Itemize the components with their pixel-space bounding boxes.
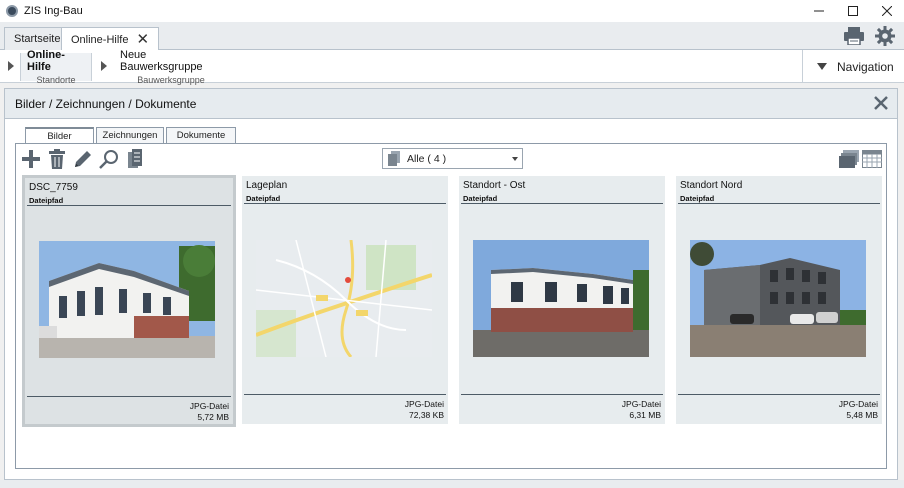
navigation-label: Navigation <box>837 59 894 74</box>
card-title: Standort - Ost <box>463 180 526 191</box>
card-divider <box>678 203 880 204</box>
card-title: Lageplan <box>246 180 288 191</box>
delete-button[interactable] <box>46 148 68 170</box>
breadcrumb-item-online-hilfe[interactable]: Online-Hilfe Standorte <box>20 49 92 85</box>
gallery-icon <box>839 150 859 168</box>
minimize-button[interactable] <box>802 0 836 22</box>
breadcrumb-title: Online-Hilfe <box>27 49 65 73</box>
tab-zeichnungen[interactable]: Zeichnungen <box>96 127 164 143</box>
card-file-size: 5,72 MB <box>197 412 229 422</box>
search-icon <box>99 150 118 169</box>
media-content: Alle ( 4 ) DSC_7759 Dateipfad JPG-Datei … <box>15 143 887 469</box>
settings-button[interactable] <box>874 25 896 47</box>
card-path-label: Dateipfad <box>246 194 281 203</box>
search-button[interactable] <box>98 148 120 170</box>
card-file-size: 5,48 MB <box>846 410 878 420</box>
maximize-button[interactable] <box>836 0 870 22</box>
card-file-size: 6,31 MB <box>629 410 661 420</box>
card-path-label: Dateipfad <box>29 196 64 205</box>
card-file-type: JPG-Datei <box>838 399 878 409</box>
breadcrumb-subtitle: Standorte <box>36 75 76 85</box>
breadcrumb: Online-Hilfe Standorte Neue Bauwerksgrup… <box>0 49 904 85</box>
tab-label: Bilder <box>47 131 72 142</box>
tab-close-icon[interactable]: ✕ <box>136 32 149 47</box>
tab-strip: Startseite Online-Hilfe ✕ <box>0 22 904 51</box>
tab-online-hilfe[interactable]: Online-Hilfe ✕ <box>61 27 160 51</box>
card-divider <box>244 394 446 395</box>
card-file-type: JPG-Datei <box>621 399 661 409</box>
table-view-button[interactable] <box>861 148 883 170</box>
crumb-arrow-icon <box>8 61 14 71</box>
tab-dokumente[interactable]: Dokumente <box>166 127 236 143</box>
media-panel: Bilder / Zeichnungen / Dokumente Bilder … <box>4 88 898 480</box>
tab-bilder[interactable]: Bilder <box>25 127 94 144</box>
app-title: ZIS Ing-Bau <box>24 5 83 17</box>
trash-icon <box>49 149 65 169</box>
card-divider <box>678 394 880 395</box>
gallery-view-button[interactable] <box>838 148 860 170</box>
toolbar: Alle ( 4 ) <box>16 144 886 174</box>
close-icon <box>882 6 892 16</box>
filter-value: Alle ( 4 ) <box>407 152 447 165</box>
close-window-button[interactable] <box>870 0 904 22</box>
plus-icon <box>22 150 40 168</box>
minimize-icon <box>814 10 824 12</box>
building-photo-image <box>690 240 866 357</box>
printer-icon <box>844 27 864 45</box>
card-path-label: Dateipfad <box>463 194 498 203</box>
card-divider <box>461 394 663 395</box>
image-card-dsc7759[interactable]: DSC_7759 Dateipfad JPG-Datei 5,72 MB <box>22 175 236 427</box>
filter-dropdown[interactable]: Alle ( 4 ) <box>382 148 523 169</box>
crumb-arrow-icon <box>101 61 107 71</box>
document-stack-icon <box>388 150 400 166</box>
tab-label: Zeichnungen <box>102 130 158 141</box>
app-logo-icon <box>6 5 18 17</box>
title-bar: ZIS Ing-Bau <box>0 0 904 22</box>
navigation-button[interactable]: Navigation <box>802 50 904 83</box>
breadcrumb-title: Neue Bauwerksgruppe <box>120 49 203 73</box>
pencil-icon <box>75 151 91 167</box>
card-divider <box>27 396 231 397</box>
close-icon <box>874 96 888 110</box>
image-card-lageplan[interactable]: Lageplan Dateipfad JPG-Datei 72,38 KB <box>242 176 448 424</box>
panel-title: Bilder / Zeichnungen / Dokumente <box>15 96 197 111</box>
panel-close-button[interactable] <box>871 93 891 113</box>
gear-icon <box>875 26 895 46</box>
breadcrumb-subtitle: Bauwerksgruppe <box>137 75 205 85</box>
card-path-label: Dateipfad <box>680 194 715 203</box>
maximize-icon <box>848 6 858 16</box>
archive-button[interactable] <box>124 148 146 170</box>
media-tabs: Bilder Zeichnungen Dokumente <box>25 127 238 144</box>
breadcrumb-item-bauwerksgruppe[interactable]: Neue Bauwerksgruppe Bauwerksgruppe <box>114 49 228 85</box>
card-title: DSC_7759 <box>29 182 78 193</box>
tab-label: Startseite <box>14 33 61 45</box>
map-image <box>256 240 432 357</box>
panel-header: Bilder / Zeichnungen / Dokumente <box>5 89 897 119</box>
edit-button[interactable] <box>72 148 94 170</box>
tab-label: Dokumente <box>176 130 226 141</box>
card-divider <box>244 203 446 204</box>
card-file-type: JPG-Datei <box>404 399 444 409</box>
tab-label: Online-Hilfe <box>71 33 129 46</box>
building-photo-image <box>39 241 215 358</box>
building-photo-image <box>473 240 649 357</box>
card-divider <box>27 205 231 206</box>
table-icon <box>862 150 882 168</box>
print-button[interactable] <box>843 25 865 47</box>
chevron-down-icon <box>817 63 827 70</box>
image-card-standort-nord[interactable]: Standort Nord Dateipfad JPG-Datei 5,48 M… <box>676 176 882 424</box>
add-button[interactable] <box>20 148 42 170</box>
card-title: Standort Nord <box>680 180 743 191</box>
archive-icon <box>128 149 142 168</box>
chevron-down-icon <box>512 157 518 161</box>
status-strip <box>0 480 904 488</box>
card-divider <box>461 203 663 204</box>
card-file-size: 72,38 KB <box>409 410 444 420</box>
image-card-standort-ost[interactable]: Standort - Ost Dateipfad JPG-Datei 6,31 … <box>459 176 665 424</box>
card-file-type: JPG-Datei <box>189 401 229 411</box>
